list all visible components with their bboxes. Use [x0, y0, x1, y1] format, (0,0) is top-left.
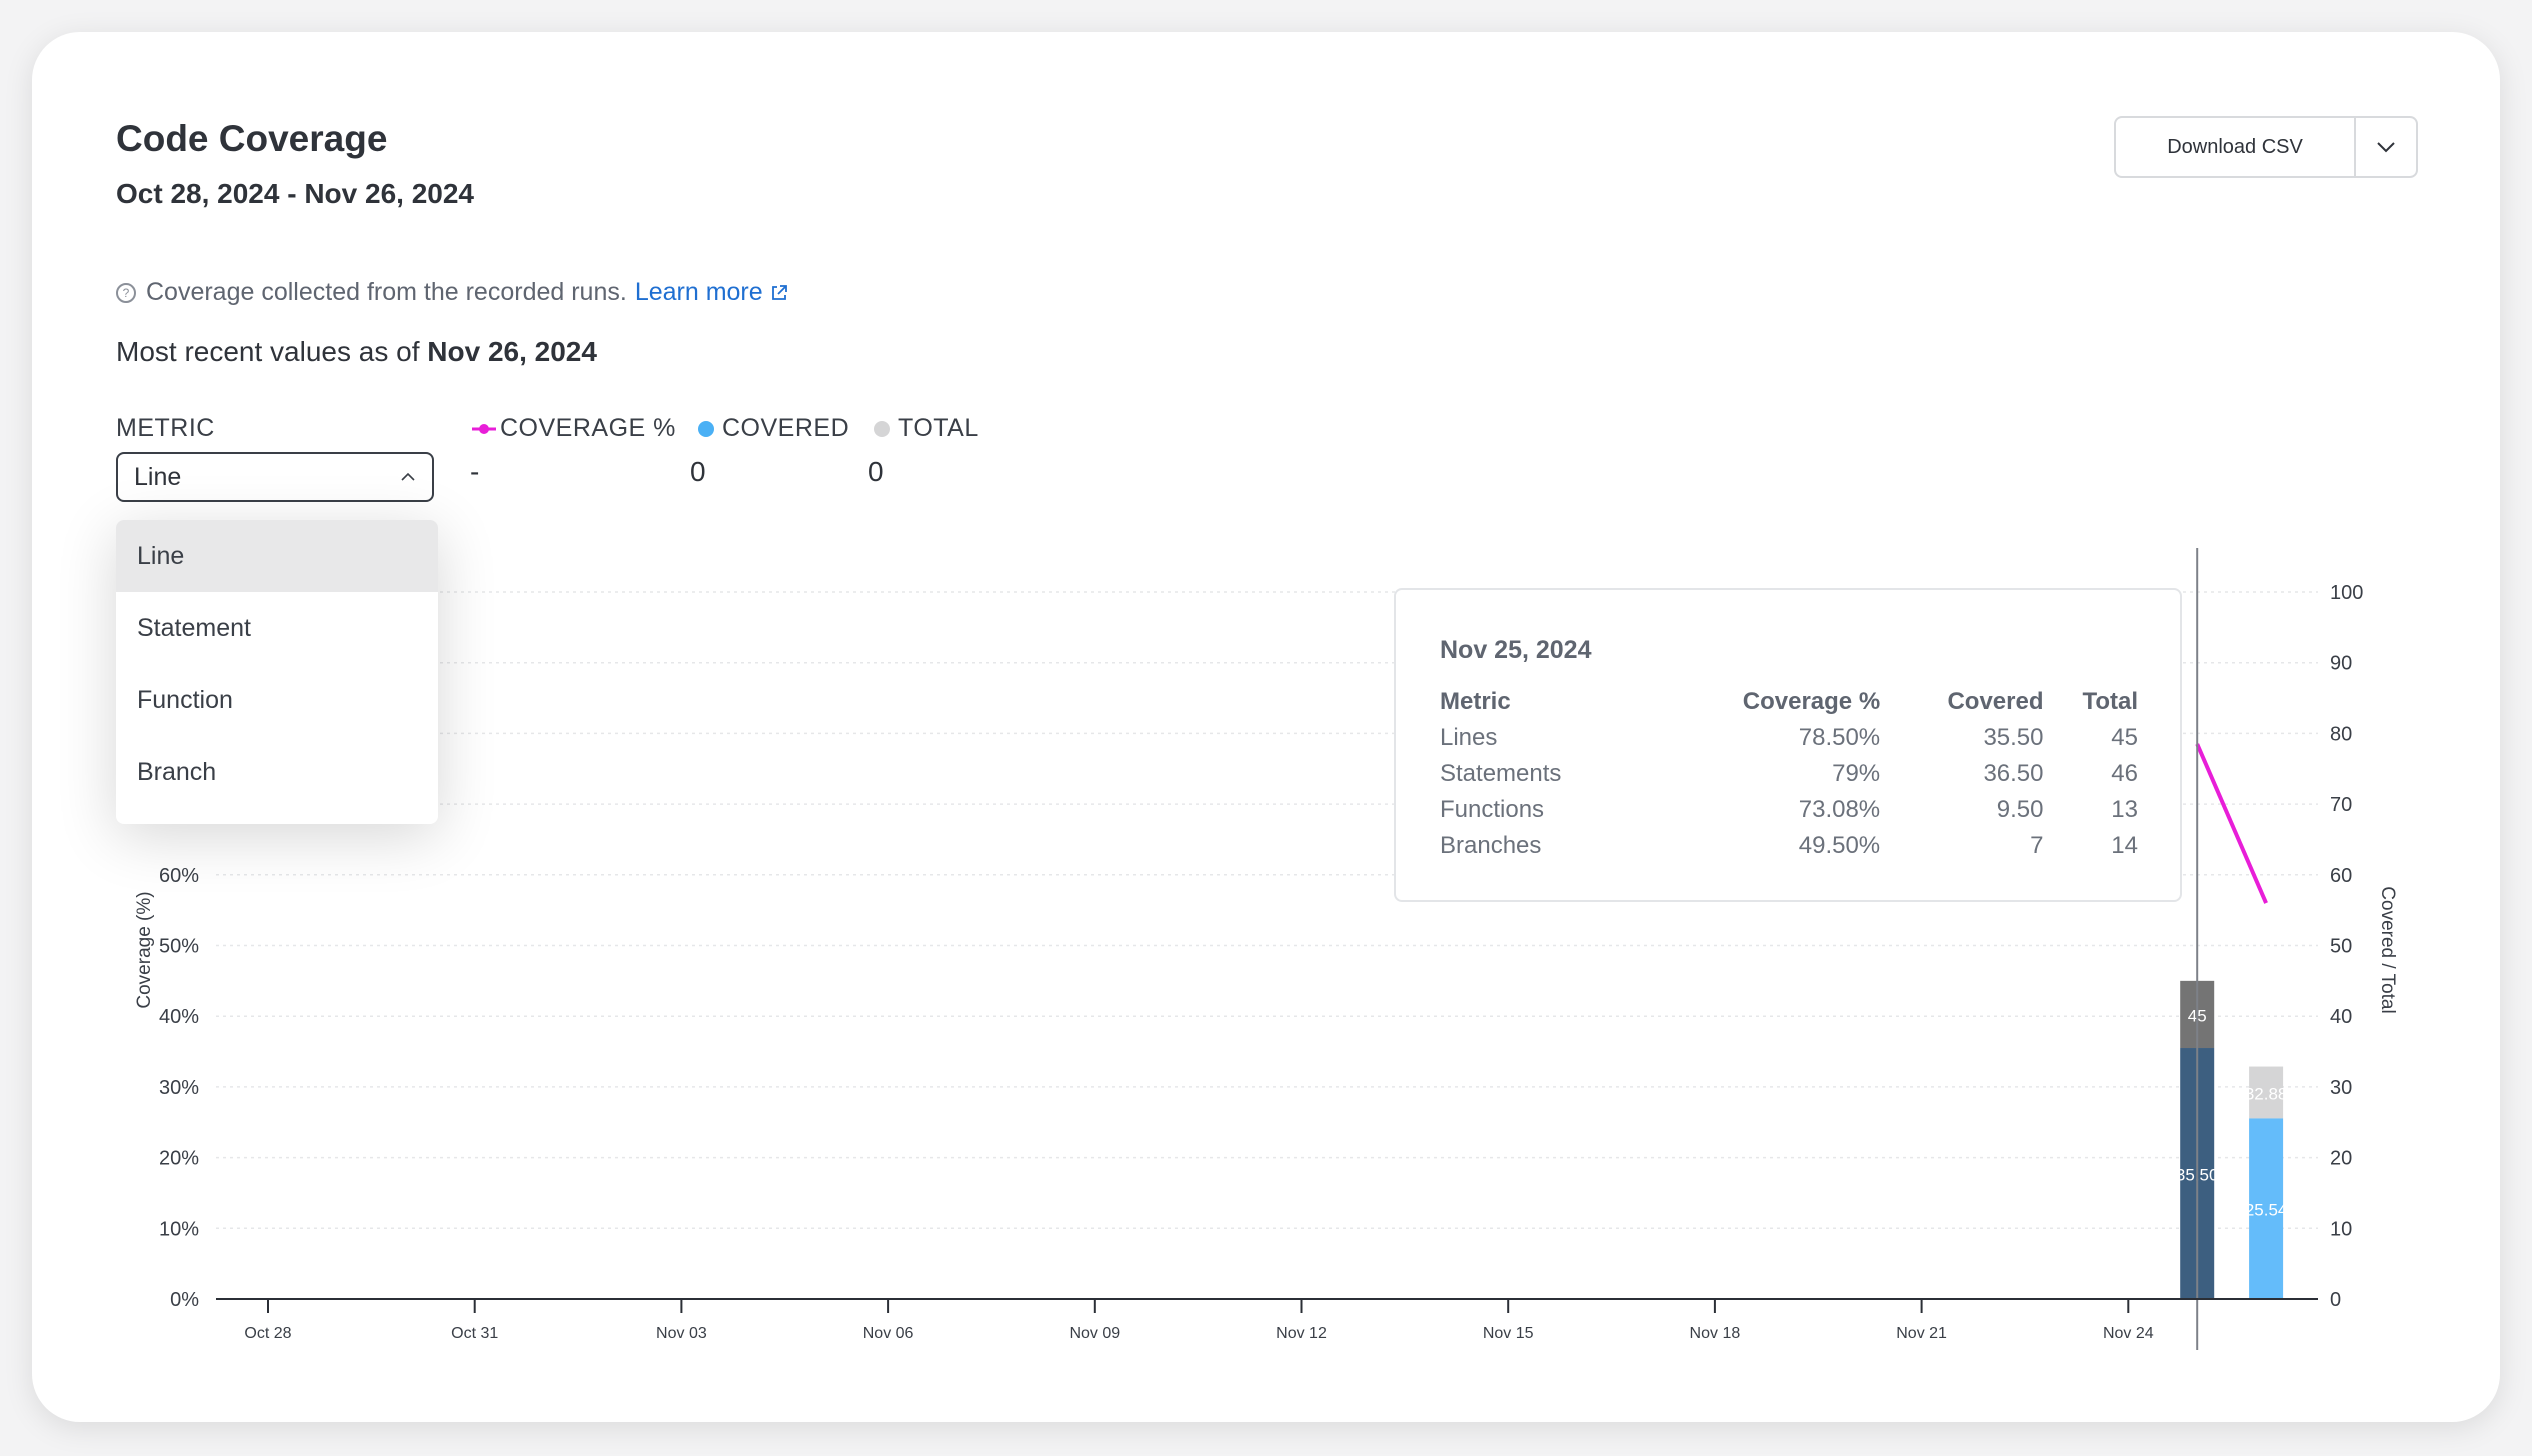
x-tick-label: Nov 03 — [656, 1325, 707, 1342]
metric-option-branch[interactable]: Branch — [116, 736, 438, 808]
tooltip-header: Covered — [1947, 688, 2044, 715]
tooltip-cell: 7 — [2030, 832, 2044, 859]
y-left-tick-label: 10% — [159, 1218, 199, 1240]
metric-dropdown-menu: Line Statement Function Branch — [116, 520, 438, 824]
metric-option-function[interactable]: Function — [116, 664, 438, 736]
tooltip-cell: 79% — [1832, 760, 1881, 787]
x-tick-label: Nov 15 — [1483, 1325, 1534, 1342]
x-tick-label: Oct 31 — [451, 1325, 498, 1342]
tooltip-header: Coverage % — [1742, 688, 1881, 715]
tooltip-header: Total — [2082, 688, 2138, 715]
tooltip-cell: Branches — [1440, 832, 1542, 859]
y-right-tick-label: 0 — [2330, 1289, 2341, 1311]
tooltip-table: Metric Coverage % Covered Total Lines 78… — [1440, 684, 2138, 864]
x-tick-label: Nov 21 — [1896, 1325, 1947, 1342]
x-tick-label: Nov 09 — [1069, 1325, 1120, 1342]
tooltip-cell: Statements — [1440, 760, 1562, 787]
y-right-tick-label: 40 — [2330, 1006, 2352, 1028]
x-tick-label: Oct 28 — [244, 1325, 291, 1342]
y-right-tick-label: 10 — [2330, 1218, 2352, 1240]
tooltip-cell: Lines — [1440, 724, 1498, 751]
x-tick-label: Nov 12 — [1276, 1325, 1327, 1342]
y-right-tick-label: 20 — [2330, 1148, 2352, 1170]
metric-option-line[interactable]: Line — [116, 520, 438, 592]
tooltip-header: Metric — [1440, 688, 1511, 715]
tooltip-row: Statements 79% 36.50 46 — [1440, 756, 2138, 792]
y-right-tick-label: 50 — [2330, 936, 2352, 958]
y-right-tick-label: 30 — [2330, 1077, 2352, 1099]
hover-tooltip: Nov 25, 2024 Metric Coverage % Covered T… — [1394, 588, 2182, 902]
y-right-tick-label: 90 — [2330, 653, 2352, 675]
tooltip-cell: 73.08% — [1798, 796, 1881, 823]
tooltip-cell: 14 — [2111, 832, 2138, 859]
tooltip-cell: 36.50 — [1983, 760, 2044, 787]
tooltip-cell: 46 — [2111, 760, 2138, 787]
tooltip-cell: 45 — [2111, 724, 2138, 751]
y-left-tick-label: 40% — [159, 1006, 199, 1028]
tooltip-date: Nov 25, 2024 — [1440, 636, 1592, 664]
metric-option-statement[interactable]: Statement — [116, 592, 438, 664]
tooltip-row: Functions 73.08% 9.50 13 — [1440, 792, 2138, 828]
y-axis-right-label: Covered / Total — [2377, 886, 2398, 1013]
tooltip-row: Lines 78.50% 35.50 45 — [1440, 720, 2138, 756]
y-left-tick-label: 60% — [159, 865, 199, 887]
y-left-tick-label: 30% — [159, 1077, 199, 1099]
x-tick-label: Nov 24 — [2103, 1325, 2154, 1342]
total-bar-label: 32.88 — [2245, 1084, 2288, 1103]
tooltip-cell: 9.50 — [1996, 796, 2044, 823]
x-tick-label: Nov 18 — [1690, 1325, 1741, 1342]
tooltip-cell: 78.50% — [1798, 724, 1881, 751]
tooltip-cell: 13 — [2111, 796, 2138, 823]
coverage-line — [2195, 743, 2268, 904]
y-right-tick-label: 100 — [2330, 582, 2363, 604]
tooltip-header-row: Metric Coverage % Covered Total — [1440, 684, 2138, 720]
tooltip-cell: 49.50% — [1798, 832, 1881, 859]
y-axis-left-label: Coverage (%) — [134, 891, 155, 1008]
y-right-tick-label: 60 — [2330, 865, 2352, 887]
tooltip-cell: 35.50 — [1983, 724, 2044, 751]
covered-bar-label: 25.54 — [2245, 1201, 2288, 1220]
tooltip-row: Branches 49.50% 7 14 — [1440, 828, 2138, 864]
y-right-tick-label: 80 — [2330, 723, 2352, 745]
y-left-tick-label: 50% — [159, 936, 199, 958]
tooltip-cell: Functions — [1440, 796, 1545, 823]
y-right-tick-label: 70 — [2330, 794, 2352, 816]
x-tick-label: Nov 06 — [863, 1325, 914, 1342]
y-left-tick-label: 20% — [159, 1148, 199, 1170]
y-left-tick-label: 0% — [170, 1289, 199, 1311]
